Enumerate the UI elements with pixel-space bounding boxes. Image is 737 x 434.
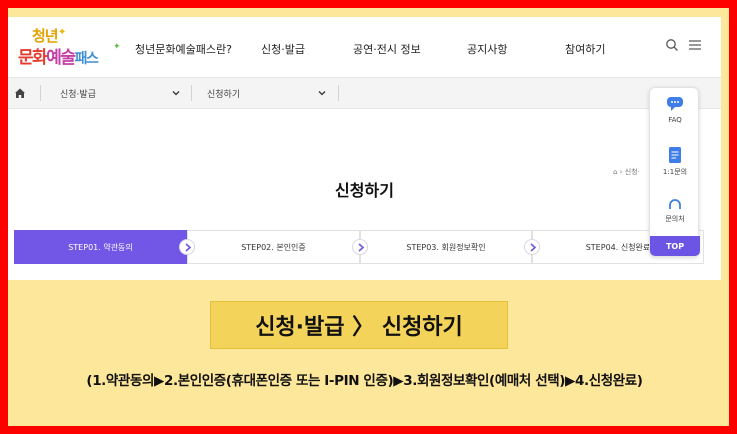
- step-2: STEP02. 본인인증: [187, 230, 360, 264]
- page-title: 신청하기: [335, 181, 394, 200]
- page-location: ⌂ › 신청·: [613, 168, 640, 176]
- faq-label: FAQ: [668, 116, 682, 124]
- divider: [191, 85, 192, 101]
- headset-icon: [669, 199, 681, 209]
- inquiry-link[interactable]: 1:1문의: [650, 146, 700, 177]
- scroll-top-button[interactable]: TOP: [650, 236, 700, 256]
- contact-link[interactable]: 문의처: [650, 194, 700, 224]
- sparkle-icon: ✦: [113, 42, 121, 52]
- inquiry-label: 1:1문의: [662, 168, 688, 176]
- caption-description: (1.약관동의▶2.본인인증(휴대폰인증 또는 I-PIN 인증)▶3.회원정보…: [86, 373, 643, 389]
- step-label: STEP04. 신청완료: [585, 242, 651, 252]
- chevron-down-icon[interactable]: [171, 88, 181, 98]
- faq-link[interactable]: FAQ: [650, 96, 700, 124]
- menu-icon[interactable]: [688, 38, 702, 52]
- quick-menu-panel: FAQ 1:1문의 문의처 TOP: [649, 87, 700, 257]
- breadcrumb-level2[interactable]: 신청하기: [207, 87, 240, 100]
- chevron-right-icon: [524, 239, 540, 255]
- website-screenshot: 청년 ✦ 문화예술패스 ✦ 청년문화예술패스란? 신청·발급 공연·전시 정보 …: [8, 17, 721, 280]
- step-label: STEP01. 약관동의: [68, 242, 133, 252]
- step-label: STEP02. 본인인증: [241, 242, 306, 252]
- home-icon[interactable]: [14, 87, 26, 99]
- contact-label: 문의처: [665, 215, 685, 223]
- nav-item-notice[interactable]: 공지사항: [467, 41, 507, 57]
- divider: [338, 85, 339, 101]
- nav-item-participate[interactable]: 참여하기: [565, 41, 605, 57]
- chevron-right-icon: [179, 239, 195, 255]
- nav-item-apply[interactable]: 신청·발급: [261, 41, 305, 57]
- search-icon[interactable]: [665, 38, 679, 52]
- step-1: STEP01. 약관동의: [14, 230, 187, 264]
- breadcrumb-level1[interactable]: 신청·발급: [60, 87, 96, 100]
- divider: [40, 85, 41, 101]
- sparkle-icon: ✦: [58, 27, 67, 38]
- page-location-label: 신청·: [624, 168, 640, 176]
- nav-item-about[interactable]: 청년문화예술패스란?: [135, 41, 232, 57]
- nav-item-events[interactable]: 공연·전시 정보: [353, 41, 421, 57]
- caption-heading: 신청·발급 〉 신청하기: [210, 301, 508, 349]
- site-header: 청년 ✦ 문화예술패스 ✦ 청년문화예술패스란? 신청·발급 공연·전시 정보 …: [8, 17, 721, 77]
- site-logo[interactable]: 청년 ✦ 문화예술패스 ✦: [18, 25, 121, 69]
- chat-bubble-icon: [667, 97, 683, 111]
- logo-line2: 문화예술패스: [18, 48, 99, 68]
- chevron-down-icon[interactable]: [317, 88, 327, 98]
- step-3: STEP03. 회원정보확인: [360, 230, 532, 264]
- document-icon: [669, 147, 681, 163]
- step-label: STEP03. 회원정보확인: [406, 242, 486, 252]
- chevron-right-icon: [352, 239, 368, 255]
- breadcrumb: 신청·발급 신청하기: [8, 77, 721, 109]
- home-icon: ⌂: [613, 168, 618, 176]
- step-progress: STEP01. 약관동의 STEP02. 본인인증 STEP03. 회원정보확인…: [14, 230, 704, 264]
